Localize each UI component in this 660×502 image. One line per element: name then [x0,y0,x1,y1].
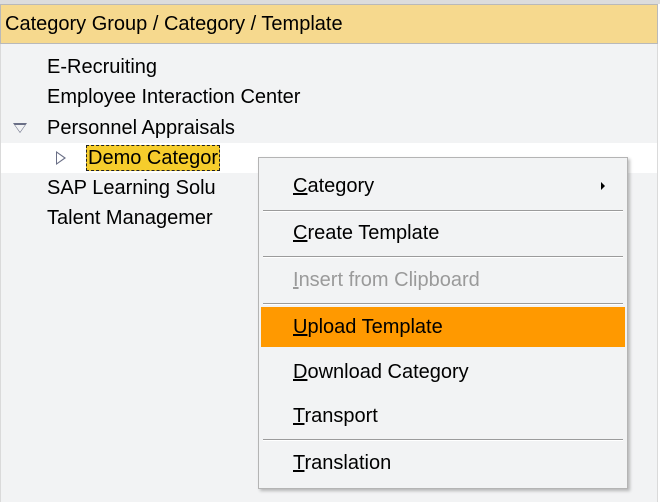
tree-node-personnel-appraisals[interactable]: Personnel Appraisals [13,113,235,143]
tree-node-label-selected: Demo Categor [86,145,221,171]
tree-node-label: Personnel Appraisals [47,117,235,139]
column-header-title: Category Group / Category / Template [5,13,343,35]
menu-item-label: Upload Template [293,316,443,338]
menu-item-label: Insert from Clipboard [293,269,480,291]
collapse-arrow-icon[interactable] [13,123,27,133]
tree-node-talent-management[interactable]: Talent Managemer [47,203,213,233]
menu-separator [263,439,623,441]
tree-node-label: Employee Interaction Center [47,86,301,108]
expand-arrow-icon[interactable] [56,151,66,165]
menu-separator [263,256,623,258]
submenu-arrow-icon [601,182,605,190]
menu-item-insert-from-clipboard: Insert from Clipboard [261,260,625,300]
tree-node-employee-interaction-center[interactable]: Employee Interaction Center [47,82,300,112]
menu-item-label: Category [293,175,375,197]
menu-item-label: Create Template [293,222,440,244]
context-menu: Category Create Template Insert from Cli… [258,157,628,489]
menu-separator [263,210,623,212]
tree-node-label: SAP Learning Solu [47,177,216,199]
menu-item-download-category[interactable]: Download Category [261,352,625,392]
menu-item-label: Transport [293,405,378,427]
menu-item-translation[interactable]: Translation [261,443,625,483]
column-header: Category Group / Category / Template [0,4,658,44]
tree-node-label: E-Recruiting [47,56,158,78]
tree-node-label: Talent Managemer [47,207,213,229]
tree-node-sap-learning-solution[interactable]: SAP Learning Solu [47,173,216,203]
menu-item-category[interactable]: Category [261,166,625,206]
menu-item-label: Download Category [293,361,469,383]
menu-item-create-template[interactable]: Create Template [261,213,625,253]
menu-item-transport[interactable]: Transport [261,396,625,436]
tree-node-e-recruiting[interactable]: E-Recruiting [47,52,157,82]
menu-item-upload-template[interactable]: Upload Template [261,307,625,347]
tree-node-demo-category[interactable]: Demo Categor [56,143,221,173]
menu-item-label: Translation [293,452,392,474]
menu-separator [263,303,623,305]
